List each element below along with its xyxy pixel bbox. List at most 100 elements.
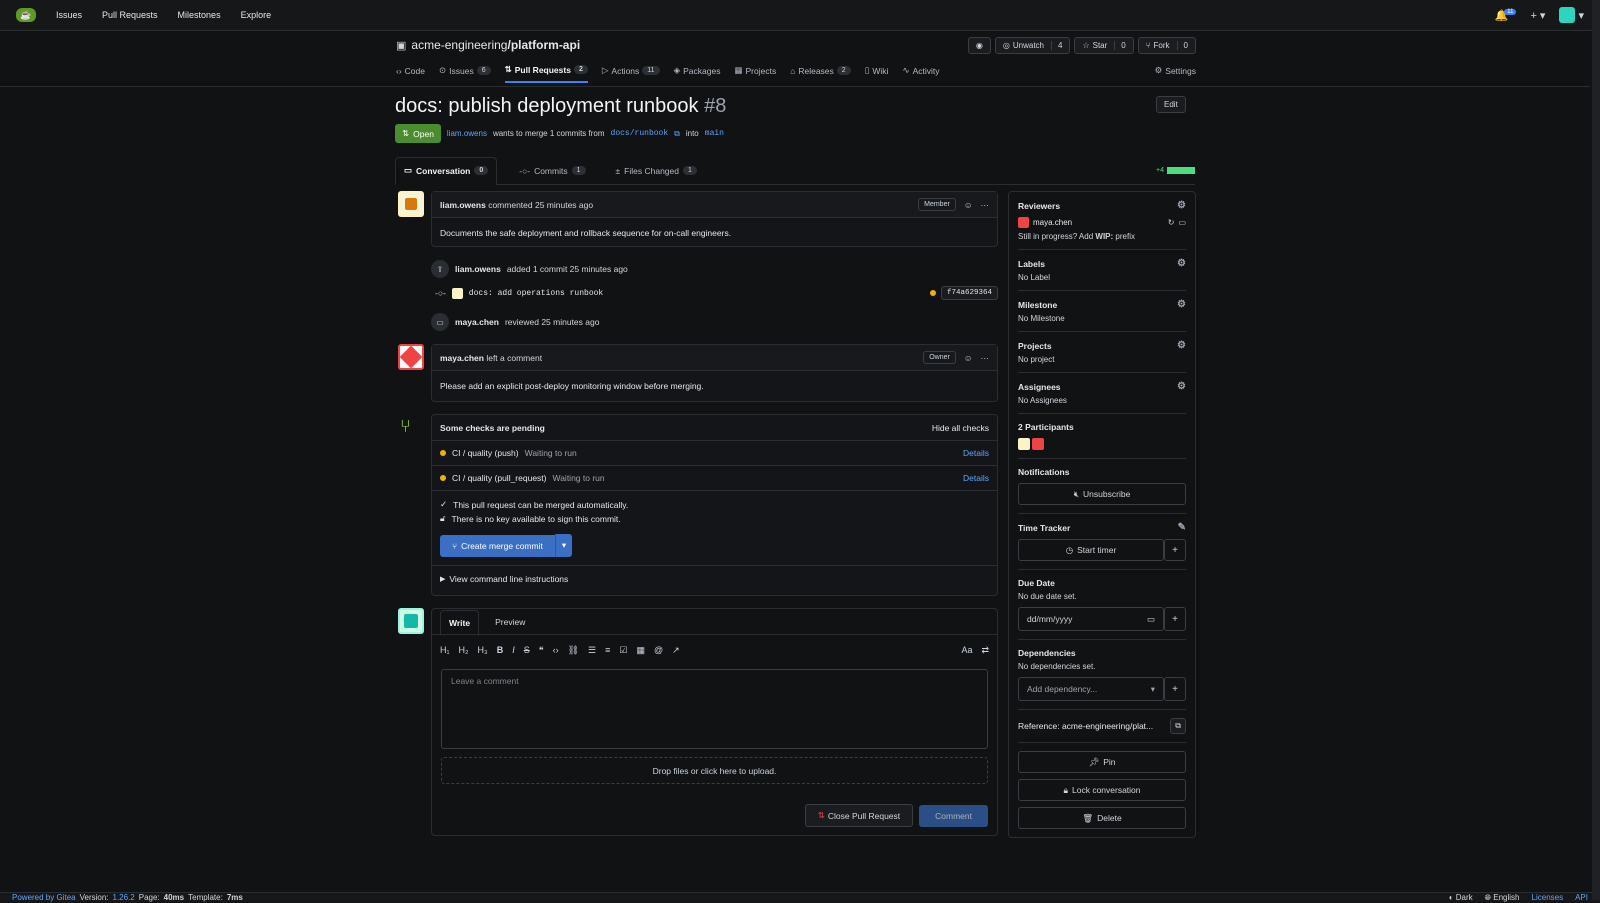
copy-icon[interactable]: ⧉ [1170,718,1186,734]
gear-icon[interactable]: ⚙ [1177,258,1186,269]
repo-name-link[interactable]: platform-api [511,38,580,52]
switch-editor-icon[interactable]: ⇄ [981,645,989,656]
link-icon[interactable]: ⛓ [568,645,579,656]
delete-button[interactable]: 🗑︎ Delete [1018,807,1186,829]
scrollbar[interactable] [1592,0,1600,900]
unsubscribe-button[interactable]: 🔇︎ Unsubscribe [1018,483,1186,505]
commit-sha[interactable]: f74a629364 [940,286,998,300]
lock-conversation-button[interactable]: 🔒︎ Lock conversation [1018,779,1186,801]
refresh-icon[interactable]: ↻ [1168,218,1175,227]
bold-icon[interactable]: B [497,645,504,655]
numbered-list-icon[interactable]: ≡ [605,645,610,655]
event-author[interactable]: maya.chen [455,317,499,327]
tab-preview[interactable]: Preview [487,610,533,634]
cli-instructions[interactable]: ▶ View command line instructions [432,565,997,591]
tab-conversation[interactable]: ▭ Conversation 0 [395,156,498,185]
comment-author[interactable]: liam.owens [440,200,486,210]
start-timer-button[interactable]: ◷ Start timer [1018,539,1164,561]
nav-milestones[interactable]: Milestones [178,10,221,20]
tab-releases[interactable]: ⌂ Releases 2 [790,66,851,82]
task-list-icon[interactable]: ☑ [619,645,627,656]
comment-author[interactable]: maya.chen [440,353,484,363]
strikethrough-icon[interactable]: S [524,645,530,655]
bullet-list-icon[interactable]: ☰ [588,645,596,656]
close-pull-request-button[interactable]: ⇅ Close Pull Request [804,804,914,827]
comment-button[interactable]: Comment [919,804,988,827]
emoji-icon[interactable]: ☺ [964,353,973,363]
heading-2-icon[interactable]: H₂ [459,645,469,655]
tab-wiki[interactable]: ▯ Wiki [865,65,889,82]
merge-style-dropdown[interactable]: ▾ [554,534,573,557]
create-plus-icon[interactable]: + ▾ [1530,9,1545,22]
more-icon[interactable]: ··· [981,200,990,210]
fork-button[interactable]: ⑂ Fork 0 [1137,37,1196,54]
author-link[interactable]: liam.owens [447,129,487,138]
head-branch-link[interactable]: docs/runbook [611,129,669,138]
avatar[interactable] [1032,438,1044,450]
gear-icon[interactable]: ⚙ [1177,299,1186,310]
repo-owner-link[interactable]: acme-engineering [411,38,507,52]
monospace-toggle-icon[interactable]: Aa [961,645,972,655]
pencil-icon[interactable]: ✎ [1178,522,1186,533]
user-menu[interactable]: ▾ [1559,7,1584,23]
add-dependency-button[interactable]: + [1164,677,1186,701]
edit-title-button[interactable]: Edit [1156,96,1186,113]
tab-issues[interactable]: ⊙ Issues 6 [439,65,491,82]
check-details-link[interactable]: Details [963,473,989,483]
nav-pull-requests[interactable]: Pull Requests [102,10,158,20]
bell-icon[interactable]: 🔔11 [1495,8,1517,22]
create-merge-commit-button[interactable]: ⑂ Create merge commit [440,534,555,557]
powered-by-link[interactable]: Powered by Gitea [12,893,76,902]
mention-icon[interactable]: @ [654,645,663,655]
check-details-link[interactable]: Details [963,448,989,458]
version-link[interactable]: 1.26.2 [113,893,135,902]
heading-1-icon[interactable]: H₁ [440,645,450,655]
emoji-icon[interactable]: ☺ [964,200,973,210]
tab-projects[interactable]: ▦ Projects [734,65,776,82]
avatar[interactable] [1018,438,1030,450]
tab-settings[interactable]: ⚙ Settings [1155,65,1196,82]
tab-commits[interactable]: -○- Commits 1 [511,157,593,185]
api-link[interactable]: API [1575,893,1588,902]
avatar[interactable] [398,608,424,634]
event-author[interactable]: liam.owens [455,264,501,274]
nav-explore[interactable]: Explore [241,10,272,20]
table-icon[interactable]: ▦ [636,645,645,656]
tab-activity[interactable]: ∿ Activity [902,65,939,82]
gear-icon[interactable]: ⚙ [1177,200,1186,211]
rss-button[interactable]: ◉ [967,37,991,54]
commit-message[interactable]: docs: add operations runbook [469,289,603,298]
unwatch-button[interactable]: ◎ Unwatch 4 [994,37,1071,54]
pin-button[interactable]: 📌︎ Pin [1018,751,1186,773]
gear-icon[interactable]: ⚙ [1177,381,1186,392]
add-time-button[interactable]: + [1164,539,1186,561]
base-branch-link[interactable]: main [705,129,724,138]
tab-write[interactable]: Write [440,609,480,636]
licenses-link[interactable]: Licenses [1532,893,1564,902]
wip-hint[interactable]: Still in progress? Add WIP: prefix [1018,232,1186,241]
gitea-logo-icon[interactable]: ☕ [16,8,36,22]
tab-code[interactable]: ‹› Code [396,66,425,82]
avatar[interactable] [398,344,424,370]
calendar-icon[interactable]: ▭ [1147,614,1155,625]
italic-icon[interactable]: I [512,645,515,655]
cross-reference-icon[interactable]: ↗ [672,645,680,656]
due-date-input[interactable]: dd/mm/yyyy ▭ [1018,607,1164,631]
hide-checks-link[interactable]: Hide all checks [932,423,989,433]
add-due-date-button[interactable]: + [1164,607,1186,631]
nav-issues[interactable]: Issues [56,10,82,20]
avatar[interactable] [398,191,424,217]
code-icon[interactable]: ‹› [553,645,559,655]
tab-actions[interactable]: ▷ Actions 11 [602,65,660,82]
comment-icon[interactable]: ▭ [1178,218,1186,227]
heading-3-icon[interactable]: H₃ [478,645,488,655]
copy-icon[interactable]: ⧉ [674,129,680,139]
file-dropzone[interactable]: Drop files or click here to upload. [441,757,988,784]
reviewer-name[interactable]: maya.chen [1033,218,1072,227]
add-dependency-input[interactable]: Add dependency... ▾ [1018,677,1164,701]
tab-files-changed[interactable]: ± Files Changed 1 [608,157,705,185]
quote-icon[interactable]: ❝ [539,645,544,656]
more-icon[interactable]: ··· [981,353,990,363]
tab-pull-requests[interactable]: ⇅ Pull Requests 2 [504,64,588,83]
star-button[interactable]: ☆ Star 0 [1074,37,1134,54]
